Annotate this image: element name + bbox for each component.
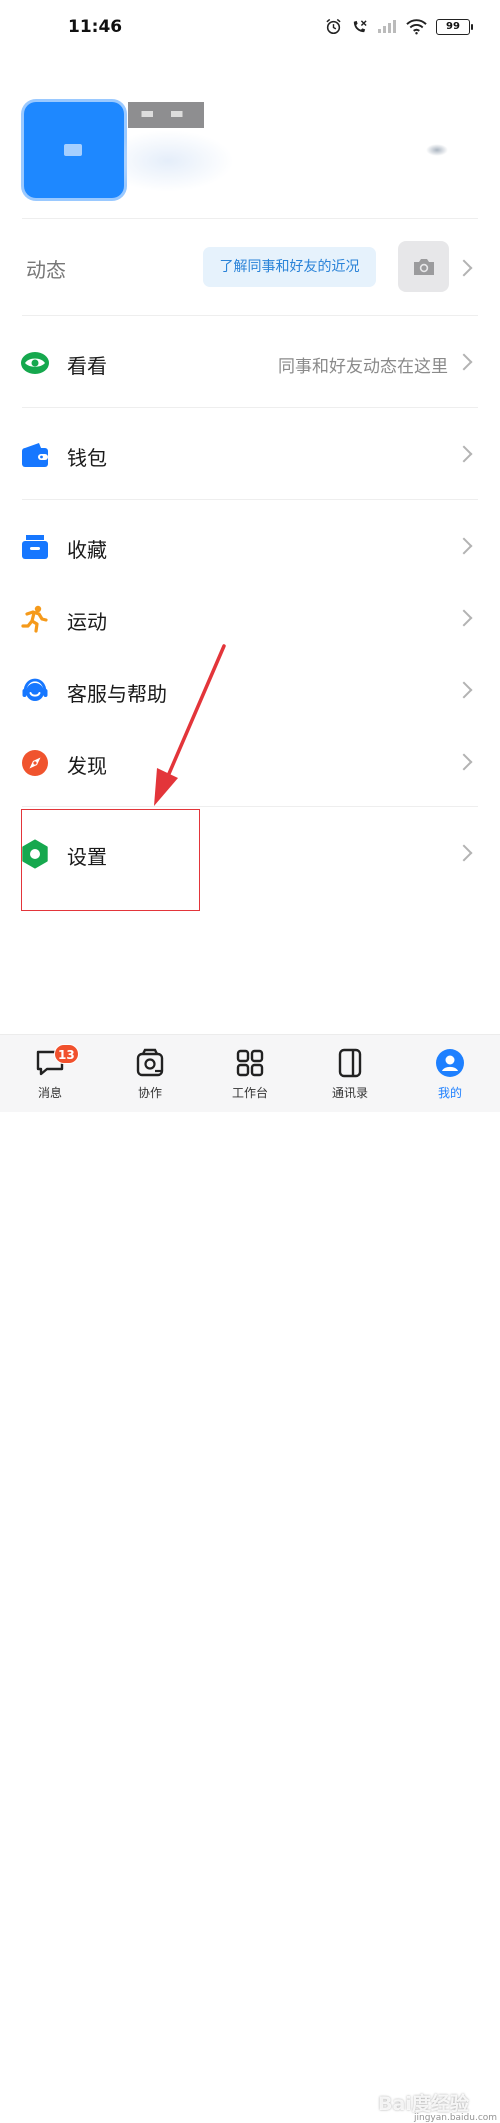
nav-item-collab[interactable]: 协作: [100, 1035, 200, 1112]
folder-icon: [20, 532, 50, 562]
chevron-right-icon: [455, 259, 473, 277]
moments-hint-bubble[interactable]: 了解同事和好友的近况: [203, 247, 376, 287]
status-bar: 11:46 99: [0, 0, 500, 56]
menu-item-subtext: 同事和好友动态在这里: [278, 357, 448, 377]
divider: [22, 218, 478, 219]
camera-icon: [413, 258, 434, 275]
wallet-icon: [20, 440, 50, 470]
nav-item-messages[interactable]: 13 消息: [0, 1035, 100, 1112]
chevron-right-icon: [455, 609, 473, 627]
menu-item-label: 收藏: [67, 538, 107, 562]
eye-icon: [20, 348, 50, 378]
chevron-right-icon: [455, 537, 473, 555]
divider: [22, 499, 478, 500]
nav-item-me[interactable]: 我的: [400, 1035, 500, 1112]
moments-camera-button[interactable]: [398, 241, 449, 292]
collab-icon: [134, 1047, 166, 1079]
profile-header[interactable]: [0, 90, 500, 218]
annotation-highlight-box: [21, 809, 200, 911]
menu-item-label: 钱包: [67, 446, 107, 470]
avatar[interactable]: [24, 102, 124, 198]
nav-item-contacts[interactable]: 通讯录: [300, 1035, 400, 1112]
moments-label: 动态: [26, 258, 66, 282]
alarm-icon: [326, 18, 341, 35]
menu-item-favorites[interactable]: 收藏: [0, 510, 500, 582]
nav-label: 协作: [137, 1086, 162, 1100]
menu-item-label: 看看: [67, 354, 107, 378]
nav-item-workbench[interactable]: 工作台: [200, 1035, 300, 1112]
divider: [22, 407, 478, 408]
cellular-icon: [378, 20, 396, 33]
profile-qr-redacted[interactable]: [426, 144, 448, 156]
chevron-right-icon: [455, 844, 473, 862]
menu-item-label: 客服与帮助: [67, 682, 167, 706]
chevron-right-icon: [455, 353, 473, 371]
nav-label: 通讯录: [331, 1086, 368, 1100]
headset-icon: [20, 676, 50, 706]
battery-icon: 99: [436, 18, 473, 35]
contacts-icon: [334, 1047, 366, 1079]
user-name-redacted: [128, 102, 204, 128]
moments-row[interactable]: 动态 了解同事和好友的近况: [0, 220, 500, 314]
divider: [22, 315, 478, 316]
chevron-right-icon: [455, 445, 473, 463]
profile-icon: [434, 1047, 466, 1079]
grid-icon: [234, 1047, 266, 1079]
chevron-right-icon: [455, 753, 473, 771]
status-icons: 99: [325, 18, 473, 35]
unread-badge: 13: [54, 1044, 79, 1064]
status-time: 11:46: [68, 17, 123, 37]
nav-label: 我的: [437, 1086, 462, 1100]
menu-item-label: 运动: [67, 610, 107, 634]
menu-item-look[interactable]: 看看 同事和好友动态在这里: [0, 326, 500, 398]
menu-item-discover[interactable]: 发现: [0, 726, 500, 798]
divider: [22, 806, 478, 807]
wifi-icon: [406, 18, 427, 34]
nav-label: 消息: [37, 1086, 62, 1100]
menu-item-sports[interactable]: 运动: [0, 582, 500, 654]
no-call-icon: [353, 20, 367, 33]
running-icon: [20, 604, 50, 634]
menu-item-wallet[interactable]: 钱包: [0, 418, 500, 490]
bottom-nav: 13 消息 协作 工作台 通讯录 我的 Bai度经验 jingyan.baidu…: [0, 1034, 500, 2123]
watermark-url: jingyan.baidu.com: [414, 2113, 498, 2123]
nav-label: 工作台: [231, 1086, 268, 1100]
menu-item-label: 发现: [67, 754, 107, 778]
user-info-redacted: [124, 130, 234, 192]
compass-icon: [20, 748, 50, 778]
watermark: Bai度经验: [378, 2093, 469, 2115]
chevron-right-icon: [455, 681, 473, 699]
menu-item-support[interactable]: 客服与帮助: [0, 654, 500, 726]
